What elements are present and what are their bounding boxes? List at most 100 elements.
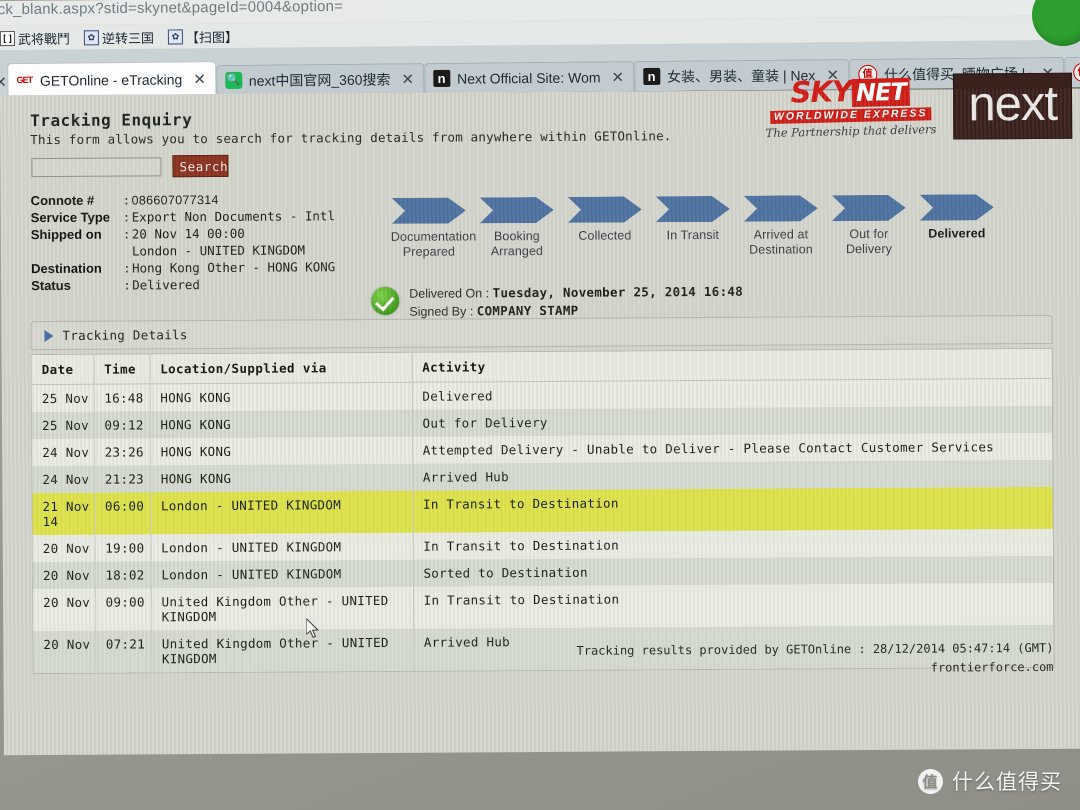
summary-row: Connote # : 086607077314	[31, 191, 335, 210]
chevron-icon	[832, 195, 906, 221]
bookmark-label: 【扫图】	[185, 29, 239, 45]
page-title: Tracking Enquiry	[30, 110, 193, 131]
progress-step-label: Collected	[578, 228, 632, 243]
mouse-cursor	[306, 618, 319, 639]
search-button[interactable]: Search	[172, 154, 229, 178]
tab-getonline[interactable]: GET GETOnline - eTracking ✕	[6, 61, 217, 98]
cell-date-line2: 14	[42, 513, 59, 530]
tracking-details-header[interactable]: Tracking Details	[30, 314, 1053, 351]
summary-value: 086607077314	[131, 192, 219, 208]
progress-step-4: Arrived at Destination	[743, 195, 819, 257]
progress-step-label: Documentation	[390, 229, 477, 244]
progress-step-label2: Destination	[749, 242, 813, 257]
cell-activity: Attempted Delivery - Unable to Deliver -…	[412, 432, 1053, 464]
tab-next-official[interactable]: n Next Official Site: Wom ✕	[423, 61, 635, 94]
progress-step-label: Delivered	[928, 226, 986, 241]
cell-date: 25 Nov	[31, 384, 94, 413]
chevron-right-icon[interactable]	[44, 329, 54, 342]
summary-value: Export Non Documents - Intl	[131, 208, 336, 225]
signed-by-value: COMPANY STAMP	[476, 302, 579, 319]
tracking-details-table: Date Time Location/Supplied via Activity…	[31, 348, 1054, 674]
skynet-logo-sky: SKY	[789, 73, 852, 110]
summary-colon: :	[122, 209, 131, 225]
summary-row: Shipped on : 20 Nov 14 00:00	[31, 225, 335, 244]
summary-colon: :	[122, 192, 131, 208]
cell-location: HONG KONG	[150, 463, 413, 493]
progress-step-label: Out for	[849, 226, 889, 242]
column-header-time: Time	[93, 354, 150, 385]
progress-step-label: Booking	[493, 229, 540, 244]
cell-activity: Arrived Hub	[412, 459, 1053, 491]
search360-icon: 🔍	[224, 71, 242, 90]
footer-line-2: frontierforce.com	[930, 659, 1054, 675]
summary-value: 20 Nov 14 00:00	[131, 225, 245, 242]
close-icon[interactable]: ✕	[193, 70, 206, 88]
summary-colon: :	[123, 277, 131, 293]
baidu-paw-icon: ✿	[167, 28, 184, 45]
skynet-logo: SKY NET WORLDWIDE EXPRESS The Partnership…	[764, 73, 937, 140]
delivered-on-label: Delivered On	[409, 286, 483, 301]
cell-date: 20 Nov	[33, 630, 96, 674]
cell-time: 18:02	[94, 561, 152, 589]
tab-close-left[interactable]: ✕	[0, 67, 7, 97]
progress-step-label2: Arranged	[490, 243, 544, 259]
bookmark-item-2[interactable]: ✿ 【扫图】	[167, 26, 239, 46]
summary-key: Destination	[31, 260, 102, 277]
page-subtitle: This form allows you to search for track…	[30, 128, 672, 148]
summary-key: Connote #	[30, 192, 95, 209]
chevron-icon	[920, 194, 994, 220]
chevron-icon	[568, 196, 642, 222]
chevron-icon	[656, 196, 730, 222]
cell-time: 16:48	[93, 383, 150, 412]
progress-step-6: Delivered	[919, 194, 995, 256]
summary-colon: :	[123, 260, 131, 276]
progress-step-2: Collected	[567, 196, 643, 258]
progress-steps: Documentation Prepared Booking Arranged …	[391, 194, 995, 260]
cell-location: London - UNITED KINGDOM	[150, 532, 413, 562]
bookmark-label: 逆转三国	[101, 30, 155, 46]
summary-row: Status : Delivered	[31, 276, 335, 295]
summary-colon: :	[122, 226, 131, 242]
summary-row: Destination : Hong Kong Other - HONG KON…	[31, 259, 335, 278]
next-icon: n	[432, 69, 451, 88]
cell-location: HONG KONG	[150, 436, 413, 466]
summary-row: Service Type : Export Non Documents - In…	[31, 208, 335, 227]
column-header-date: Date	[31, 354, 94, 385]
table-row[interactable]: 20 Nov 09:00 United Kingdom Other - UNIT…	[33, 582, 1054, 632]
cell-time: 21:23	[94, 465, 151, 493]
logo-group: SKY NET WORLDWIDE EXPRESS The Partnership…	[764, 72, 1073, 141]
cell-location: HONG KONG	[149, 409, 413, 439]
bookmark-item-0[interactable]: [ ] 武将戰鬥	[0, 28, 70, 48]
cell-date: 20 Nov	[32, 561, 96, 590]
delivered-on-value: Tuesday, November 25, 2014 16:48	[492, 283, 744, 301]
cell-location: London - UNITED KINGDOM	[150, 559, 414, 589]
green-check-icon	[371, 286, 400, 316]
summary-key	[31, 256, 123, 257]
cell-activity: In Transit to Destination	[413, 582, 1054, 629]
summary-key: Status	[31, 277, 71, 294]
cell-location: London - UNITED KINGDOM	[150, 490, 413, 535]
smzdm-watermark-icon: 值	[918, 768, 943, 794]
bookmark-item-1[interactable]: ✿ 逆转三国	[83, 27, 155, 47]
summary-row: London - UNITED KINGDOM	[31, 242, 335, 261]
close-icon[interactable]: ✕	[401, 70, 414, 88]
cell-time: 23:26	[94, 438, 151, 466]
bookmark-label: 武将戰鬥	[17, 31, 71, 47]
chevron-icon	[480, 197, 554, 223]
summary-key: Shipped on	[30, 226, 102, 243]
column-header-location: Location/Supplied via	[149, 352, 412, 384]
progress-step-label: In Transit	[666, 227, 720, 243]
close-icon[interactable]: ✕	[611, 68, 624, 86]
search-input[interactable]	[31, 156, 162, 177]
skynet-logo-tagline: The Partnership that delivers	[765, 121, 937, 140]
cell-time: 19:00	[94, 534, 151, 562]
watermark-text: 什么值得买	[952, 770, 1062, 794]
table-row-highlighted[interactable]: 21 Nov 14 06:00 London - UNITED KINGDOM I…	[32, 486, 1053, 536]
progress-step-5: Out for Delivery	[831, 195, 907, 257]
cell-activity: In Transit to Destination	[412, 528, 1053, 560]
cell-activity: Out for Delivery	[411, 405, 1053, 437]
next-logo: next	[953, 72, 1073, 140]
summary-value: London - UNITED KINGDOM	[131, 242, 306, 259]
tab-360-search[interactable]: 🔍 next中国官网_360搜索 ✕	[215, 63, 425, 96]
progress-step-label: Arrived at	[753, 227, 809, 242]
